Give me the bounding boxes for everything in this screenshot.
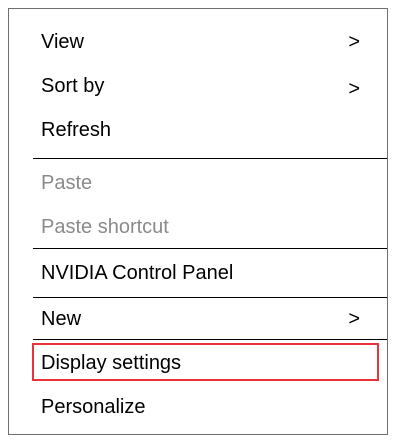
menu-item-label: Sort by — [41, 75, 105, 97]
menu-item-label: Personalize — [41, 396, 146, 418]
menu-item-label: New — [41, 308, 82, 330]
desktop-context-menu: View > Sort by > Refresh Paste Paste sho… — [8, 8, 388, 435]
menu-item-view[interactable]: View > — [9, 20, 387, 64]
menu-item-paste: Paste — [9, 161, 387, 205]
menu-item-personalize[interactable]: Personalize — [9, 385, 387, 429]
chevron-right-icon: > — [348, 78, 360, 100]
menu-item-sort-by[interactable]: Sort by > — [9, 64, 387, 108]
chevron-right-icon: > — [348, 308, 360, 330]
menu-item-label: NVIDIA Control Panel — [41, 262, 234, 284]
menu-separator — [33, 339, 387, 340]
highlight-box — [32, 343, 379, 381]
menu-item-nvidia-control-panel[interactable]: NVIDIA Control Panel — [9, 251, 387, 295]
menu-separator — [33, 158, 387, 159]
menu-item-label: Paste shortcut — [41, 216, 169, 238]
menu-item-refresh[interactable]: Refresh — [9, 108, 387, 152]
menu-item-label: Paste — [41, 172, 93, 194]
menu-item-new[interactable]: New > — [9, 297, 387, 341]
menu-item-label: Refresh — [41, 119, 112, 141]
menu-item-paste-shortcut: Paste shortcut — [9, 205, 387, 249]
chevron-right-icon: > — [348, 31, 360, 53]
menu-separator — [33, 248, 387, 249]
menu-item-label: View — [41, 31, 84, 53]
